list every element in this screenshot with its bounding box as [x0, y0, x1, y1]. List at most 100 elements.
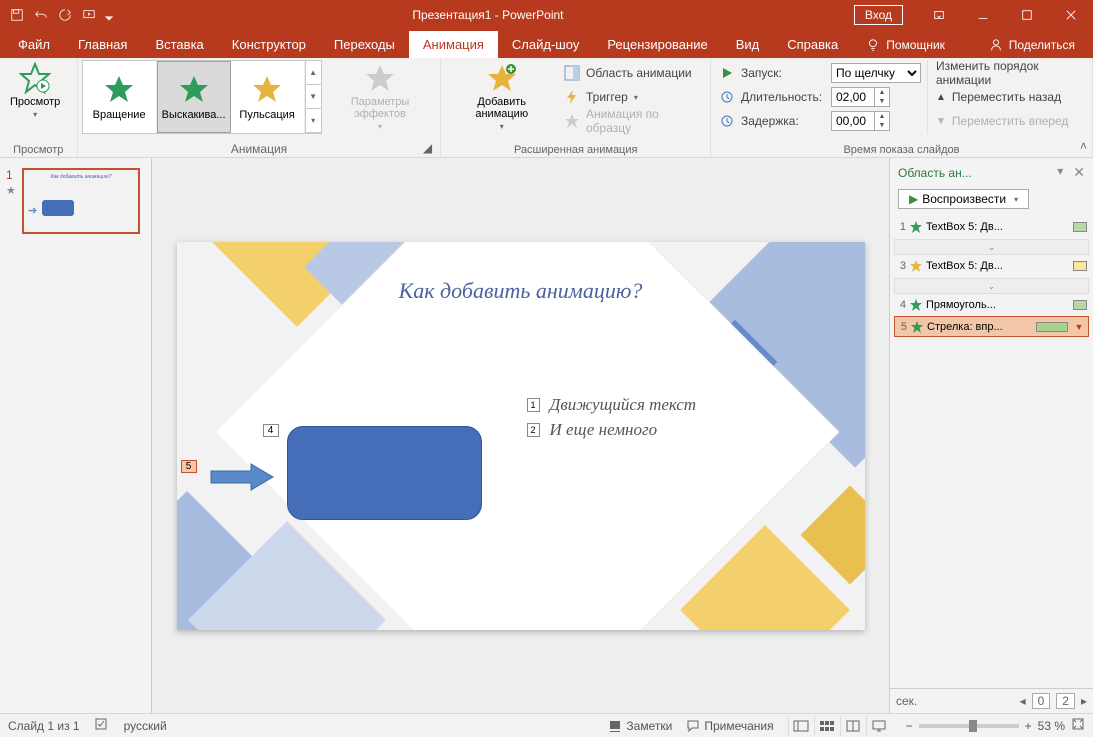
anim-tag-1[interactable]: 1 [527, 398, 540, 412]
star-icon [910, 221, 922, 233]
view-buttons [788, 716, 892, 736]
zoom-out-icon[interactable]: − [906, 719, 913, 733]
collapse-ribbon-icon[interactable]: ˄ [1080, 139, 1087, 153]
qat-customize-icon[interactable] [102, 4, 116, 26]
gallery-scroll[interactable]: ▲▼▾ [305, 61, 321, 133]
delay-label: Задержка: [741, 114, 825, 128]
text-line-2[interactable]: И еще немного [550, 420, 658, 440]
save-icon[interactable] [6, 4, 28, 26]
text-line-1[interactable]: Движущийся текст [550, 395, 697, 415]
group-preview: Просмотр ▾ Просмотр [0, 58, 78, 157]
animpane-item-4[interactable]: 4Прямоуголь... [894, 295, 1089, 316]
status-slide[interactable]: Слайд 1 из 1 [8, 719, 80, 733]
comments-button[interactable]: Примечания [686, 719, 773, 733]
animation-pane-button[interactable]: Область анимации [564, 62, 702, 84]
tab-view[interactable]: Вид [722, 31, 774, 58]
slide-canvas[interactable]: Как добавить анимацию? 4 5 1 Движущийся … [152, 158, 889, 713]
zoom-in-icon[interactable]: + [1025, 719, 1032, 733]
blue-rectangle-shape[interactable] [287, 426, 482, 520]
animpane-close-icon[interactable]: ✕ [1073, 164, 1085, 181]
expand-row[interactable]: ⌄ [894, 278, 1089, 294]
thumb-1[interactable]: 1 ★ Как добавить анимацию? ➔ [8, 168, 143, 234]
expand-row[interactable]: ⌄ [894, 239, 1089, 255]
anim-tag-5[interactable]: 5 [181, 460, 197, 473]
tab-design[interactable]: Конструктор [218, 31, 320, 58]
slide-title[interactable]: Как добавить анимацию? [177, 278, 865, 304]
reading-view-icon[interactable] [840, 716, 866, 736]
start-combo[interactable]: По щелчку [831, 63, 921, 83]
tab-home[interactable]: Главная [64, 31, 141, 58]
tab-file[interactable]: Файл [4, 31, 64, 58]
ribbon-display-icon[interactable] [917, 0, 961, 30]
notes-button[interactable]: Заметки [608, 719, 672, 733]
timeline-prev-icon[interactable]: ◂ [1020, 694, 1026, 708]
thumb-anim-icon: ★ [6, 184, 16, 197]
slide-thumbnails: 1 ★ Как добавить анимацию? ➔ [0, 158, 152, 713]
add-animation-button[interactable]: Добавить анимацию ▾ [445, 60, 558, 133]
tab-review[interactable]: Рецензирование [593, 31, 721, 58]
zoom-level[interactable]: 53 % [1038, 719, 1065, 733]
spin-up[interactable]: ▲ [875, 112, 889, 121]
animpane-item-5[interactable]: 5Стрелка: впр...▼ [894, 316, 1089, 337]
delay-input[interactable] [832, 114, 874, 128]
duration-spinner[interactable]: ▲▼ [831, 87, 890, 107]
anim-bounce-label: Выскакива... [162, 109, 226, 121]
fit-window-icon[interactable] [1071, 717, 1085, 734]
arrow-shape[interactable] [209, 462, 275, 492]
preview-button[interactable]: Просмотр ▾ [4, 60, 66, 121]
anim-tag-2[interactable]: 2 [527, 423, 540, 437]
slide[interactable]: Как добавить анимацию? 4 5 1 Движущийся … [177, 242, 865, 630]
anim-pulse[interactable]: Пульсация [231, 61, 305, 133]
minimize-button[interactable] [961, 0, 1005, 30]
item-dropdown-icon[interactable]: ▼ [1072, 322, 1086, 332]
timeline-pg0: 0 [1032, 693, 1051, 709]
anim-pulse-label: Пульсация [239, 109, 294, 121]
trigger-icon [564, 89, 580, 105]
window-title: Презентация1 - PowerPoint [122, 8, 854, 22]
signin-button[interactable]: Вход [854, 5, 903, 25]
close-button[interactable] [1049, 0, 1093, 30]
duration-input[interactable] [832, 90, 874, 104]
slideshow-view-icon[interactable] [866, 716, 892, 736]
tab-insert[interactable]: Вставка [141, 31, 217, 58]
move-earlier-button[interactable]: ▲Переместить назад [936, 86, 1084, 108]
zoom-slider[interactable] [919, 724, 1019, 728]
tab-transitions[interactable]: Переходы [320, 31, 409, 58]
preview-label: Просмотр [10, 96, 60, 108]
undo-icon[interactable] [30, 4, 52, 26]
spellcheck-icon[interactable] [94, 716, 110, 735]
animpane-item-1[interactable]: 1TextBox 5: Дв... [894, 217, 1089, 238]
timeline-next-icon[interactable]: ▸ [1081, 694, 1087, 708]
tab-animation[interactable]: Анимация [409, 31, 498, 58]
star-icon [910, 260, 922, 272]
animation-painter-button: Анимация по образцу [564, 110, 702, 132]
redo-icon[interactable] [54, 4, 76, 26]
sorter-view-icon[interactable] [814, 716, 840, 736]
anim-bounce[interactable]: Выскакива... [157, 61, 231, 133]
dialog-launcher-icon[interactable]: ◢ [420, 141, 434, 155]
delay-spinner[interactable]: ▲▼ [831, 111, 890, 131]
spin-down[interactable]: ▼ [875, 97, 889, 106]
animpane-menu-icon[interactable]: ▾ [1057, 164, 1063, 181]
anim-rotate[interactable]: Вращение [83, 61, 157, 133]
animation-gallery[interactable]: Вращение Выскакива... Пульсация ▲▼▾ [82, 60, 322, 134]
status-language[interactable]: русский [124, 719, 167, 733]
play-button[interactable]: ▶Воспроизвести▾ [898, 189, 1029, 209]
normal-view-icon[interactable] [788, 716, 814, 736]
anim-tag-4[interactable]: 4 [263, 424, 279, 437]
seconds-label: сек. [896, 694, 917, 708]
animpane-item-3[interactable]: 3TextBox 5: Дв... [894, 256, 1089, 277]
thumb-preview[interactable]: Как добавить анимацию? ➔ [22, 168, 140, 234]
trigger-button[interactable]: Триггер ▾ [564, 86, 702, 108]
tab-slideshow[interactable]: Слайд-шоу [498, 31, 593, 58]
person-icon [989, 38, 1003, 52]
clock-icon [719, 113, 735, 129]
spin-up[interactable]: ▲ [875, 88, 889, 97]
spin-down[interactable]: ▼ [875, 121, 889, 130]
start-slideshow-icon[interactable] [78, 4, 100, 26]
tab-assistant[interactable]: Помощник [852, 32, 959, 58]
share-button[interactable]: Поделиться [975, 32, 1089, 58]
maximize-button[interactable] [1005, 0, 1049, 30]
animpane-title: Область ан... [898, 166, 972, 180]
tab-help[interactable]: Справка [773, 31, 852, 58]
